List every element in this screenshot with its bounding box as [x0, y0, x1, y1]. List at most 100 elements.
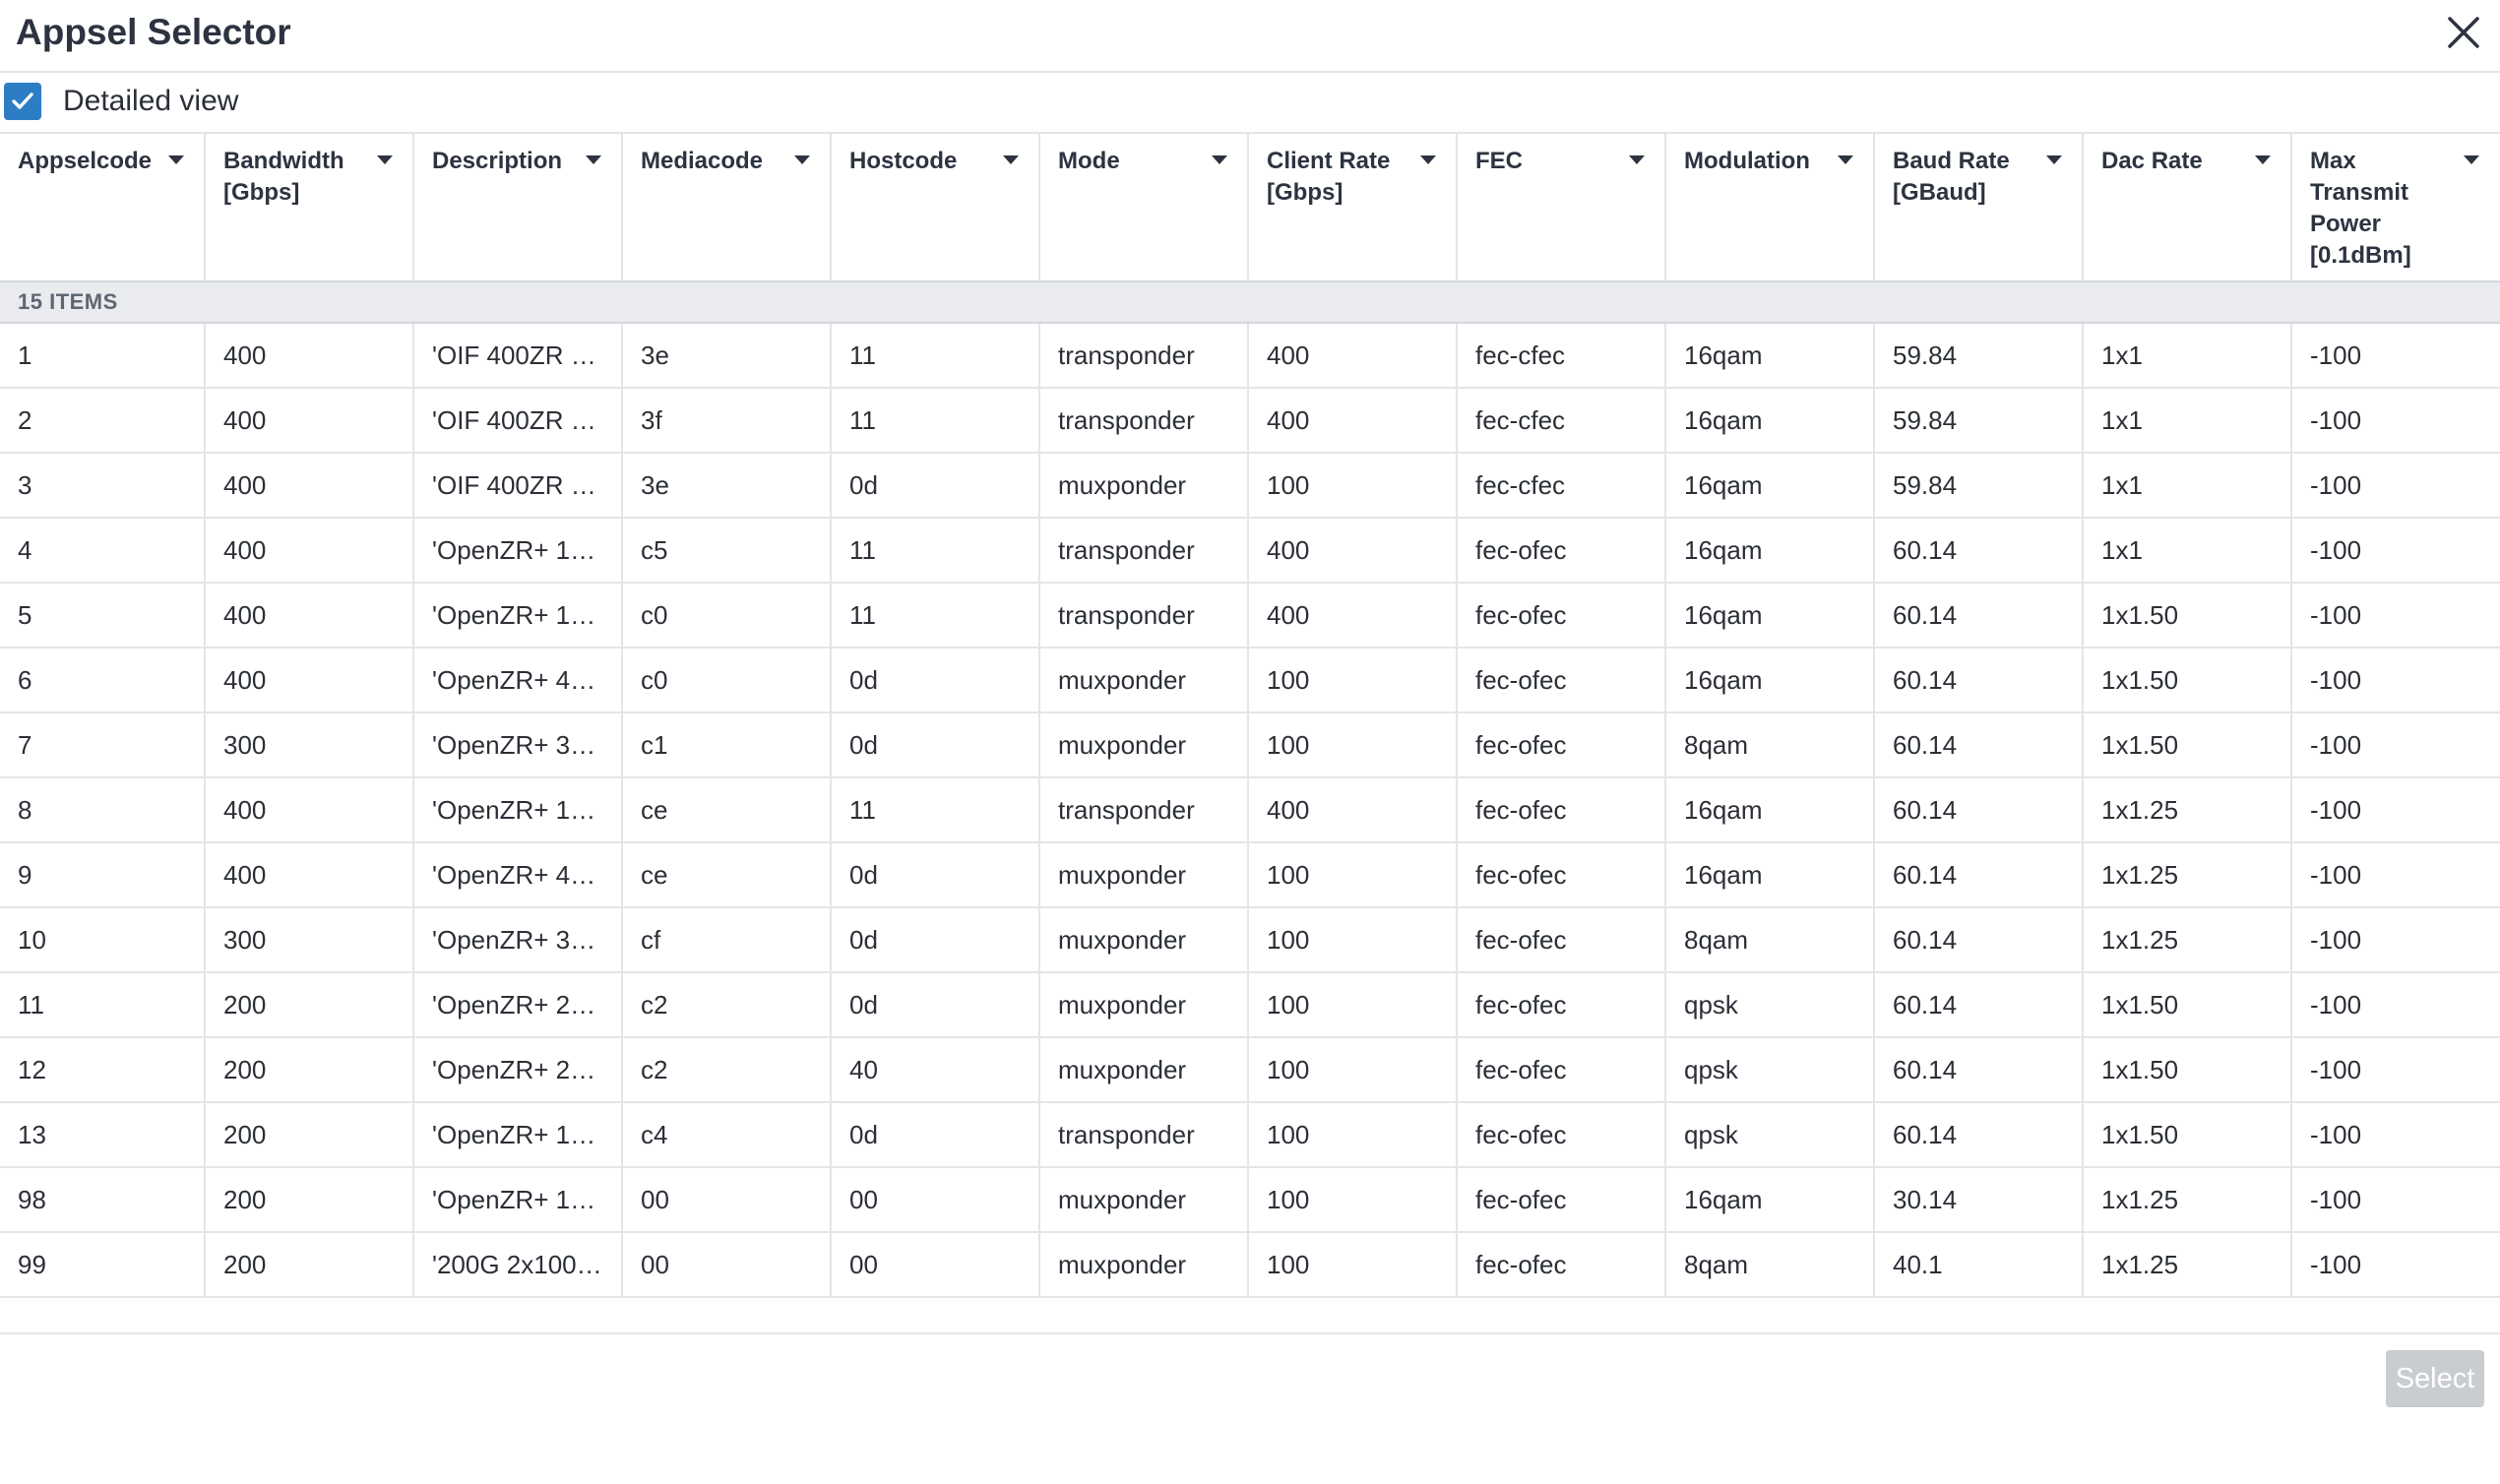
cell-max-transmit-power: -100: [2310, 1054, 2362, 1084]
column-label: Dac Rate: [2101, 148, 2203, 174]
cell-modulation: 16qam: [1666, 324, 1875, 387]
cell-bandwidth: 400: [206, 519, 414, 582]
table-row[interactable]: 9 400 'OpenZR+ 4x… ce 0d muxponder 100 fec-ofec…: [0, 843, 2500, 908]
column-header-mediacode[interactable]: Mediacode: [623, 134, 832, 280]
cell-baud-rate: 60.14: [1875, 649, 2084, 711]
column-header-modulation[interactable]: Modulation: [1666, 134, 1875, 280]
cell-appselcode: 3: [0, 454, 206, 517]
column-header-max-transmit-power[interactable]: Max Transmit Power [0.1dBm]: [2292, 134, 2499, 280]
cell-max-transmit-power: -100: [2310, 859, 2362, 890]
table-row[interactable]: 98 200 'OpenZR+ 1x… 00 00 muxponder 100 fec-ofe…: [0, 1168, 2500, 1233]
column-label: Client Rate [Gbps]: [1267, 148, 1391, 206]
detailed-view-toggle[interactable]: Detailed view: [4, 81, 238, 122]
column-header-dac-rate[interactable]: Dac Rate: [2084, 134, 2292, 280]
column-header-mode[interactable]: Mode: [1040, 134, 1249, 280]
column-header-bandwidth[interactable]: Bandwidth [Gbps]: [206, 134, 414, 280]
sort-caret-icon[interactable]: [1212, 155, 1227, 164]
cell-mediacode: ce: [623, 778, 832, 841]
table-row[interactable]: 11 200 'OpenZR+ 2x… c2 0d muxponder 100 fec-ofe…: [0, 973, 2500, 1038]
cell-appselcode: 10: [0, 908, 206, 971]
sort-caret-icon[interactable]: [586, 155, 601, 164]
cell-mode: muxponder: [1040, 1168, 1249, 1231]
table-row[interactable]: 5 400 'OpenZR+ 1x… c0 11 transponder 400 fec-of…: [0, 584, 2500, 649]
table-row[interactable]: 7 300 'OpenZR+ 3x… c1 0d muxponder 100 fec-ofec…: [0, 713, 2500, 778]
column-header-description[interactable]: Description: [414, 134, 623, 280]
cell-bandwidth: 200: [206, 973, 414, 1036]
cell-client-rate: 400: [1249, 519, 1458, 582]
close-icon: [2448, 17, 2479, 48]
table-row[interactable]: 3 400 'OIF 400ZR 4… 3e 0d muxponder 100 fec-cfe…: [0, 454, 2500, 519]
select-button[interactable]: Select: [2386, 1350, 2484, 1407]
detailed-view-checkbox[interactable]: [4, 83, 41, 120]
cell-hostcode: 0d: [832, 649, 1040, 711]
cell-max-transmit-power: -100: [2310, 469, 2362, 500]
cell-appselcode: 1: [0, 324, 206, 387]
cell-max-transmit-power: -100: [2310, 599, 2362, 630]
cell-client-rate: 100: [1249, 649, 1458, 711]
sort-caret-icon[interactable]: [2046, 155, 2062, 164]
cell-bandwidth: 400: [206, 389, 414, 452]
cell-fec: fec-ofec: [1458, 649, 1666, 711]
column-header-client-rate[interactable]: Client Rate [Gbps]: [1249, 134, 1458, 280]
cell-modulation: 8qam: [1666, 713, 1875, 776]
close-button[interactable]: [2439, 8, 2488, 57]
cell-bandwidth: 200: [206, 1233, 414, 1296]
cell-dac-rate: 1x1.50: [2084, 649, 2292, 711]
table-row[interactable]: 10 300 'OpenZR+ 3x… cf 0d muxponder 100 fec-ofe…: [0, 908, 2500, 973]
cell-baud-rate: 60.14: [1875, 519, 2084, 582]
sort-caret-icon[interactable]: [2255, 155, 2271, 164]
cell-max-transmit-power: -100: [2310, 989, 2362, 1020]
column-header-fec[interactable]: FEC: [1458, 134, 1666, 280]
cell-mediacode: c5: [623, 519, 832, 582]
cell-hostcode: 0d: [832, 908, 1040, 971]
cell-mediacode: 3f: [623, 389, 832, 452]
sort-caret-icon[interactable]: [168, 155, 184, 164]
column-label: FEC: [1475, 148, 1523, 174]
table-row[interactable]: 6 400 'OpenZR+ 4x… c0 0d muxponder 100 fec-ofec…: [0, 649, 2500, 713]
cell-bandwidth: 300: [206, 908, 414, 971]
sort-caret-icon[interactable]: [377, 155, 393, 164]
cell-bandwidth: 400: [206, 843, 414, 906]
cell-appselcode: 98: [0, 1168, 206, 1231]
table-row[interactable]: 4 400 'OpenZR+ 1x… c5 11 transponder 400 fec-of…: [0, 519, 2500, 584]
sort-caret-icon[interactable]: [1003, 155, 1019, 164]
sort-caret-icon[interactable]: [1629, 155, 1645, 164]
column-label: Max Transmit Power [0.1dBm]: [2310, 148, 2411, 269]
table-row[interactable]: 13 200 'OpenZR+ 1x… c4 0d transponder 100 fec-o…: [0, 1103, 2500, 1168]
cell-dac-rate: 1x1.50: [2084, 973, 2292, 1036]
cell-bandwidth: 200: [206, 1103, 414, 1166]
table-row[interactable]: 12 200 'OpenZR+ 2x… c2 40 muxponder 100 fec-ofe…: [0, 1038, 2500, 1103]
cell-client-rate: 400: [1249, 389, 1458, 452]
cell-description: 'OpenZR+ 3x…: [414, 908, 623, 971]
cell-mediacode: 00: [623, 1168, 832, 1231]
column-header-appselcode[interactable]: Appselcode: [0, 134, 206, 280]
column-header-hostcode[interactable]: Hostcode: [832, 134, 1040, 280]
cell-bandwidth: 200: [206, 1168, 414, 1231]
column-label: Baud Rate [GBaud]: [1893, 148, 2010, 206]
table-row[interactable]: 99 200'200G 2x100… 00 00 muxponder 100 fec-ofe…: [0, 1233, 2500, 1298]
cell-dac-rate: 1x1: [2084, 324, 2292, 387]
cell-max-transmit-power: -100: [2310, 404, 2362, 435]
cell-hostcode: 0d: [832, 973, 1040, 1036]
cell-fec: fec-ofec: [1458, 713, 1666, 776]
cell-baud-rate: 60.14: [1875, 713, 2084, 776]
cell-client-rate: 100: [1249, 1233, 1458, 1296]
table-body: 1 400 'OIF 400ZR 1… 3e 11 transponder 400 fec-c…: [0, 324, 2500, 1298]
cell-bandwidth: 200: [206, 1038, 414, 1101]
cell-appselcode: 8: [0, 778, 206, 841]
table-row[interactable]: 1 400 'OIF 400ZR 1… 3e 11 transponder 400 fec-c…: [0, 324, 2500, 389]
sort-caret-icon[interactable]: [2464, 155, 2479, 164]
title-divider: [0, 71, 2500, 73]
column-header-baud-rate[interactable]: Baud Rate [GBaud]: [1875, 134, 2084, 280]
cell-description: 'OIF 400ZR 4…: [414, 454, 623, 517]
cell-hostcode: 0d: [832, 713, 1040, 776]
cell-client-rate: 100: [1249, 1103, 1458, 1166]
cell-max-transmit-power: -100: [2310, 924, 2362, 955]
cell-max-transmit-power: -100: [2310, 664, 2362, 695]
cell-description: 'OpenZR+ 3x…: [414, 713, 623, 776]
table-row[interactable]: 2 400 'OIF 400ZR 1… 3f 11 transponder 400 fec-c…: [0, 389, 2500, 454]
sort-caret-icon[interactable]: [1420, 155, 1436, 164]
table-row[interactable]: 8 400 'OpenZR+ 1x… ce 11 transponder 400 fec-of…: [0, 778, 2500, 843]
sort-caret-icon[interactable]: [1838, 155, 1853, 164]
sort-caret-icon[interactable]: [794, 155, 810, 164]
